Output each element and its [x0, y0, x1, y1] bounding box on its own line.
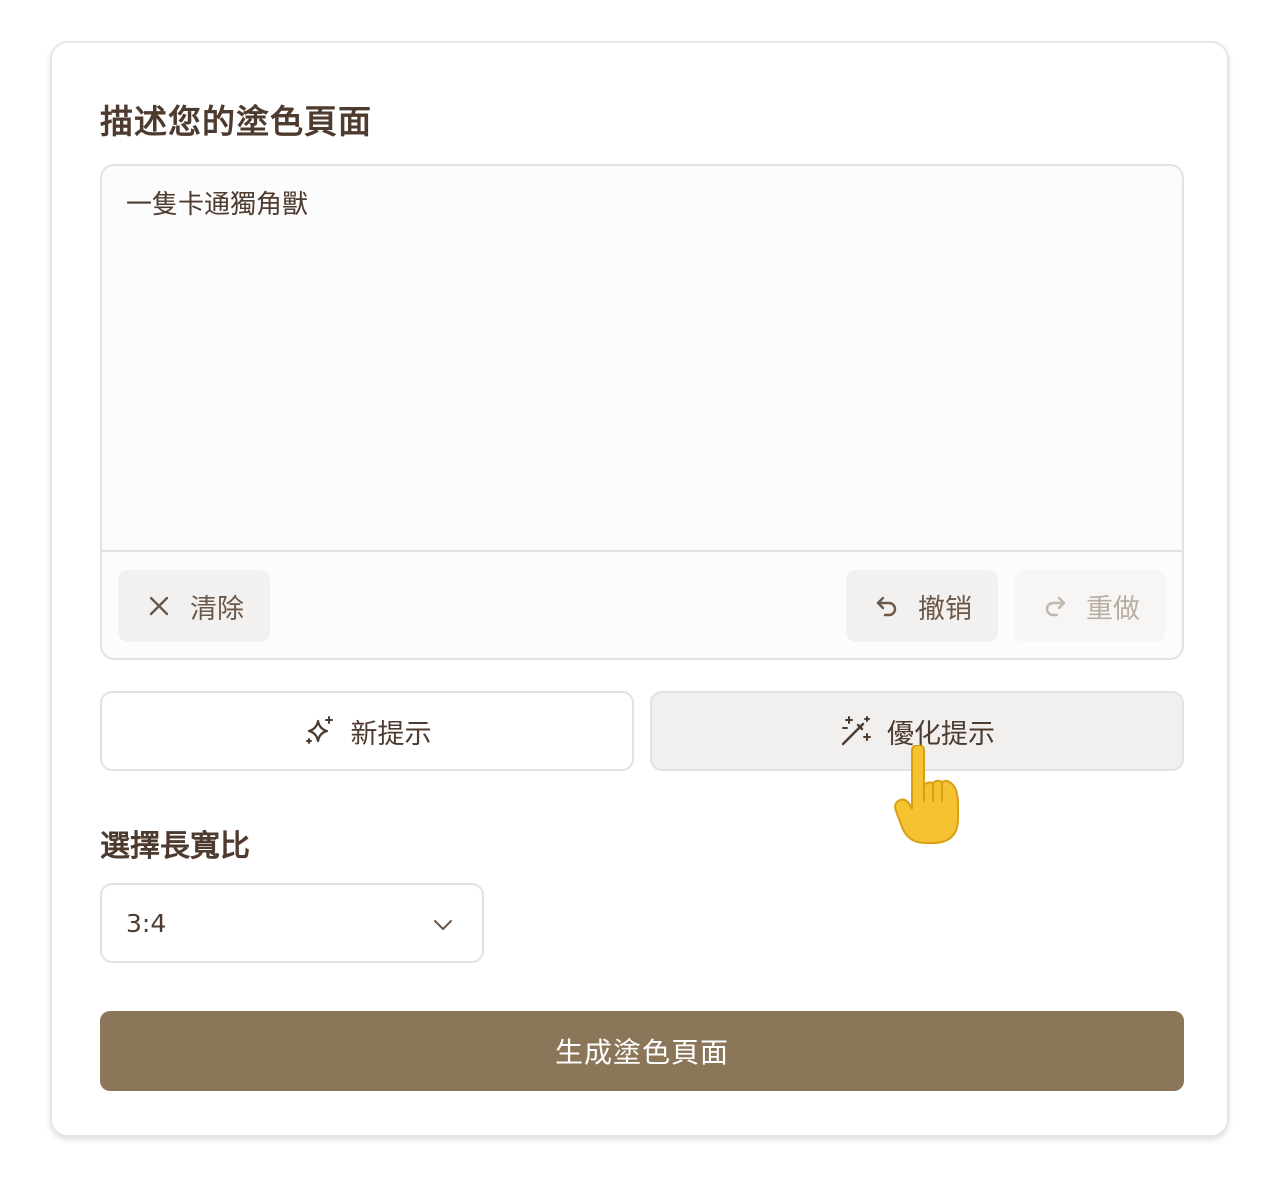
clear-label: 清除 — [190, 593, 244, 625]
generate-button[interactable]: 生成塗色頁面 — [100, 1011, 1184, 1091]
form-title: 描述您的塗色頁面 — [100, 102, 372, 141]
sparkles-icon — [303, 714, 337, 748]
prompt-card: 描述您的塗色頁面 一隻卡通獨角獸 清除 撤销 重做 新提示 優化提示 選擇長寬比… — [50, 41, 1229, 1137]
aspect-ratio-label: 選擇長寬比 — [100, 829, 250, 864]
redo-label: 重做 — [1086, 593, 1140, 625]
new-prompt-button[interactable]: 新提示 — [100, 691, 634, 771]
close-icon — [146, 593, 172, 619]
aspect-ratio-value: 3:4 — [126, 908, 167, 938]
pointing-hand-icon — [892, 743, 962, 845]
magic-wand-icon — [839, 714, 873, 748]
redo-button[interactable]: 重做 — [1014, 570, 1166, 642]
clear-button[interactable]: 清除 — [118, 570, 270, 642]
redo-icon — [1042, 593, 1068, 619]
prompt-textarea[interactable]: 一隻卡通獨角獸 — [102, 166, 1182, 552]
undo-icon — [874, 593, 900, 619]
undo-label: 撤销 — [918, 593, 972, 625]
chevron-down-icon — [432, 913, 454, 935]
prompt-editor: 一隻卡通獨角獸 清除 撤销 重做 — [100, 164, 1184, 660]
aspect-ratio-select[interactable]: 3:4 — [100, 883, 484, 963]
undo-button[interactable]: 撤销 — [846, 570, 998, 642]
new-prompt-label: 新提示 — [350, 718, 432, 750]
